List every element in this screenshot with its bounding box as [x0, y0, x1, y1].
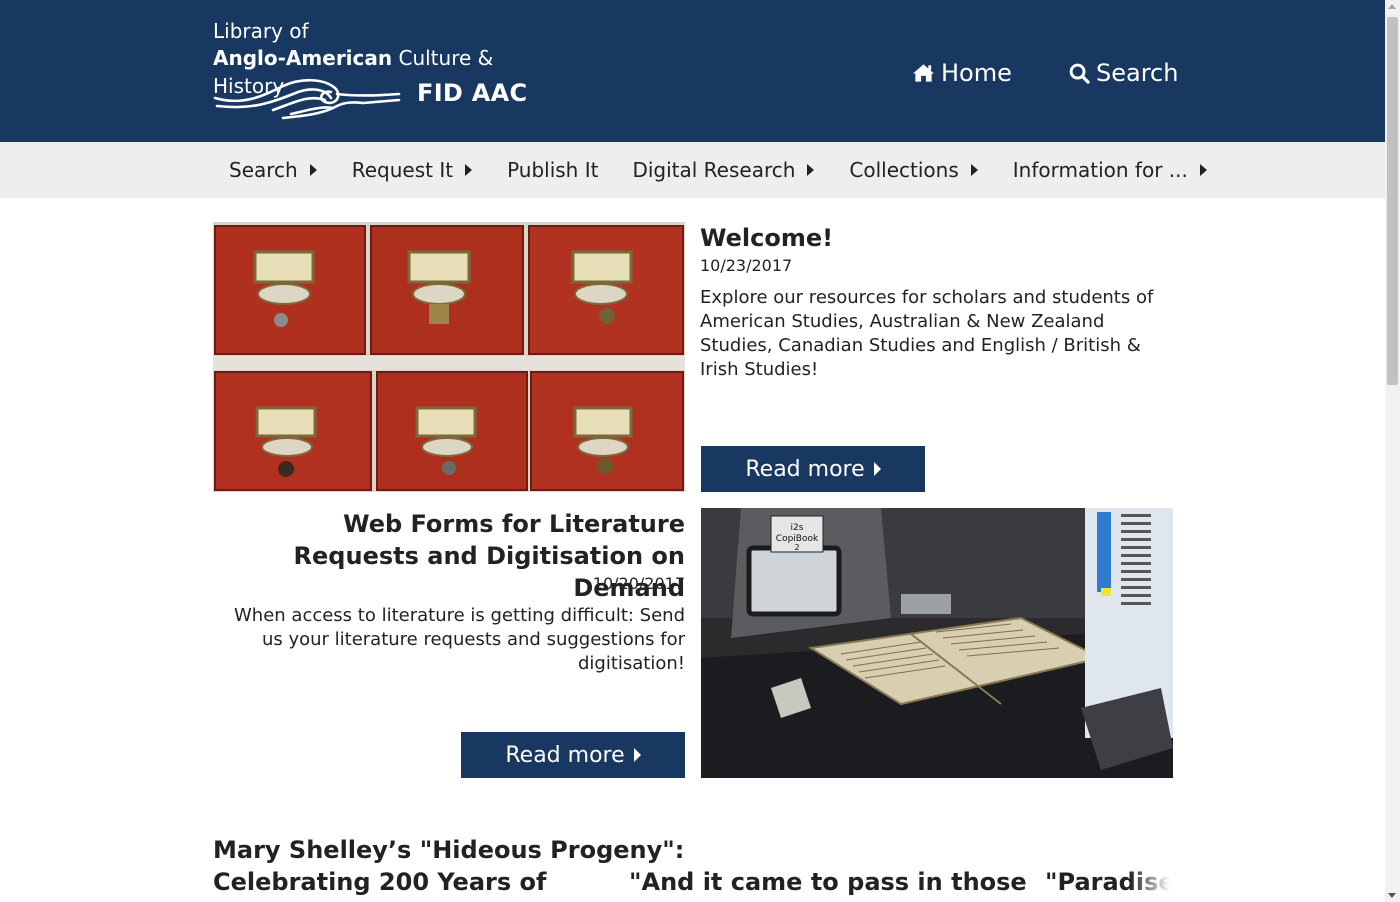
nav-home[interactable]: Home	[912, 56, 1012, 90]
home-icon	[912, 64, 935, 82]
scroll-down-arrow-icon[interactable]	[1388, 893, 1396, 898]
menu-item-collections[interactable]: Collections	[849, 158, 978, 182]
menu-item-label: Publish It	[507, 158, 599, 182]
svg-text:2: 2	[794, 543, 799, 552]
carousel-fade-overlay	[1130, 860, 1180, 902]
main-menu: Search Request It Publish It Digital Res…	[213, 142, 1207, 198]
menu-item-digital-research[interactable]: Digital Research	[632, 158, 815, 182]
article-title[interactable]: Welcome!	[700, 222, 833, 254]
menu-item-label: Collections	[849, 158, 959, 182]
logo-text: FID AAC	[417, 79, 528, 107]
nav-search[interactable]: Search	[1069, 56, 1178, 90]
article-date: 10/20/2017	[592, 574, 685, 593]
read-more-label: Read more	[505, 742, 625, 768]
caret-right-icon	[633, 748, 641, 762]
book-scanner-photo[interactable]: i2s CopiBook 2	[701, 508, 1173, 778]
main-menu-bar: Search Request It Publish It Digital Res…	[0, 142, 1385, 198]
nav-search-label: Search	[1096, 59, 1179, 87]
caret-right-icon	[309, 164, 317, 176]
article-date: 10/23/2017	[700, 256, 793, 275]
read-more-label: Read more	[745, 456, 865, 482]
read-more-button[interactable]: Read more	[701, 446, 925, 492]
menu-item-publish-it[interactable]: Publish It	[507, 158, 598, 182]
book-scanner-image: i2s CopiBook 2	[701, 508, 1173, 778]
caret-right-icon	[970, 164, 978, 176]
search-icon	[1069, 63, 1090, 84]
brand-line-1: Library of	[213, 19, 309, 43]
menu-item-label: Information for ...	[1012, 158, 1188, 182]
menu-item-request-it[interactable]: Request It	[351, 158, 473, 182]
nav-home-label: Home	[941, 59, 1012, 87]
article-title-line: Celebrating 200 Years of	[213, 868, 547, 896]
menu-item-label: Search	[229, 158, 298, 182]
scroll-thumb[interactable]	[1387, 17, 1398, 385]
scroll-up-arrow-icon[interactable]	[1388, 4, 1396, 9]
page-scrollbar[interactable]	[1385, 0, 1400, 902]
article-title[interactable]: "And it came to pass in those	[629, 866, 1027, 898]
svg-text:i2s: i2s	[791, 523, 804, 533]
menu-item-information-for[interactable]: Information for ...	[1013, 158, 1207, 182]
article-title-line: "And it came to pass in those	[629, 868, 1027, 896]
caret-right-icon	[873, 462, 881, 476]
card-catalog-image	[213, 222, 685, 492]
article-teaser: When access to literature is getting dif…	[234, 605, 685, 674]
caret-right-icon	[465, 164, 473, 176]
caret-right-icon	[807, 164, 815, 176]
menu-item-label: Digital Research	[632, 158, 796, 182]
menu-item-search[interactable]: Search	[229, 158, 317, 182]
article-title-line: Mary Shelley’s "Hideous Progeny":	[213, 836, 685, 864]
read-more-button[interactable]: Read more	[461, 732, 685, 778]
wave-logo-icon	[213, 78, 401, 120]
brand-line-2-bold: Anglo-American	[213, 46, 393, 70]
article-teaser: Explore our resources for scholars and s…	[700, 287, 1154, 380]
card-catalog-drawers-photo[interactable]	[213, 222, 685, 492]
site-logo[interactable]: FID AAC	[213, 76, 533, 122]
article-title[interactable]: Mary Shelley’s "Hideous Progeny": Celebr…	[213, 834, 684, 898]
caret-right-icon	[1199, 164, 1207, 176]
menu-item-label: Request It	[351, 158, 454, 182]
site-header: Library of Anglo-American Culture & Hist…	[0, 0, 1385, 142]
